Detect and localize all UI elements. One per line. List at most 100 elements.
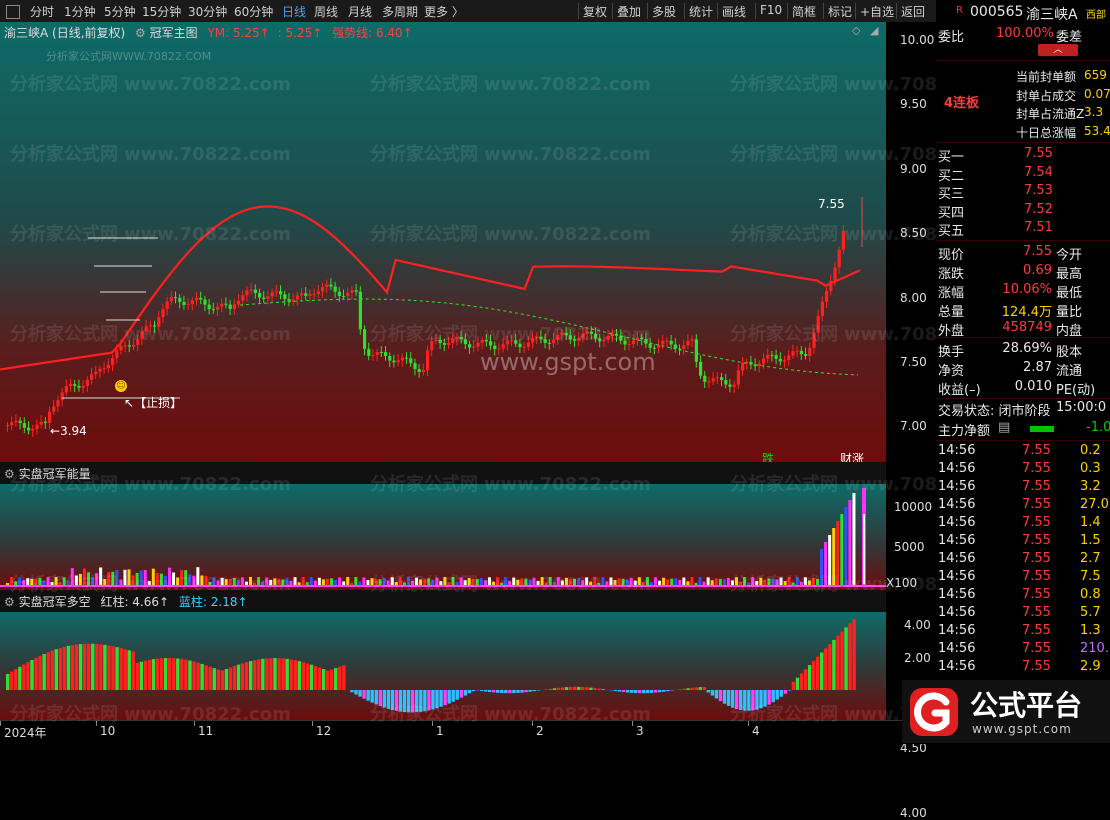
- long-bar: [561, 687, 564, 690]
- short-bar: [492, 690, 495, 692]
- buy-row[interactable]: 买一7.55: [936, 146, 1110, 164]
- seal-label: 封单占流通Z: [1016, 105, 1084, 122]
- buy-row[interactable]: 买五7.51: [936, 220, 1110, 238]
- candle-body: [35, 425, 38, 429]
- toolbar-button-4[interactable]: 画线: [722, 3, 746, 20]
- main-flow-bar: [1030, 426, 1054, 432]
- candle-body: [707, 382, 710, 383]
- candle-body: [695, 339, 698, 361]
- short-bar: [524, 690, 527, 692]
- long-bar: [38, 656, 41, 690]
- long-bar: [10, 672, 13, 690]
- candle-body: [73, 384, 76, 386]
- stat-value: 0.010: [1015, 379, 1052, 394]
- menu-icon[interactable]: [6, 5, 20, 19]
- candle-body: [94, 372, 97, 374]
- volume-bar: [707, 577, 710, 586]
- long-bar: [6, 674, 9, 690]
- candle-body: [397, 360, 400, 362]
- candle-body: [182, 302, 185, 305]
- seal-value: 0.07: [1084, 87, 1110, 101]
- chevron-up-icon[interactable]: ︿: [1038, 44, 1078, 56]
- candle-body: [279, 291, 282, 294]
- blue-bar-value: 蓝柱: 2.18↑: [179, 595, 248, 609]
- tick-price: 7.55: [1022, 623, 1051, 638]
- indicator-name[interactable]: 冠军主图: [150, 26, 198, 40]
- tick-time: 14:56: [938, 515, 975, 530]
- buy-row[interactable]: 买四7.52: [936, 202, 1110, 220]
- list-icon[interactable]: ▤: [998, 420, 1010, 435]
- period-tab-9[interactable]: 多周期: [382, 3, 418, 20]
- long-bar: [330, 670, 333, 690]
- buy-row[interactable]: 买二7.54: [936, 165, 1110, 183]
- toolbar-button-3[interactable]: 统计: [689, 3, 713, 20]
- period-tab-2[interactable]: 5分钟: [104, 3, 136, 20]
- long-bar: [261, 659, 264, 690]
- candle-body: [317, 291, 320, 294]
- long-bar: [589, 688, 592, 690]
- short-bar: [500, 690, 503, 693]
- toolbar-button-7[interactable]: 标记: [828, 3, 852, 20]
- long-bar: [225, 669, 228, 690]
- long-bar: [703, 687, 706, 690]
- tick-row: 14:567.5527.0: [936, 497, 1110, 515]
- quote-panel: R 000565 渝三峡A 西部 委比 100.00% 委差 ︿ 4连板 当前封…: [936, 0, 1110, 743]
- watermark: 分析家公式网www.70822.com: [370, 140, 651, 166]
- long-bar: [83, 644, 86, 690]
- candle-body: [737, 371, 740, 385]
- toolbar-button-9[interactable]: 返回: [901, 3, 925, 20]
- period-tab-4[interactable]: 30分钟: [188, 3, 227, 20]
- collapse-icon[interactable]: ◢: [870, 24, 878, 37]
- toolbar-separator: [855, 3, 856, 19]
- period-tab-6[interactable]: 日线: [282, 3, 306, 20]
- seal-label: 当前封单额: [1016, 68, 1076, 85]
- period-tab-5[interactable]: 60分钟: [234, 3, 273, 20]
- stat-value: 2.87: [1023, 360, 1052, 375]
- long-bar: [832, 640, 835, 690]
- long-bar: [75, 644, 78, 690]
- stat-row: 收益(–)0.010PE(动): [936, 379, 1110, 397]
- candle-body: [98, 369, 101, 372]
- date-tick: 4: [752, 724, 760, 738]
- toolbar-button-8[interactable]: +自选: [860, 3, 894, 20]
- period-tab-1[interactable]: 1分钟: [64, 3, 96, 20]
- toolbar-button-2[interactable]: 多股: [652, 3, 676, 20]
- candle-body: [321, 287, 324, 291]
- candle-body: [6, 425, 9, 426]
- toolbar-separator: [755, 3, 756, 19]
- period-tab-7[interactable]: 周线: [314, 3, 338, 20]
- candle-body: [384, 352, 387, 356]
- toolbar-separator: [717, 3, 718, 19]
- long-bar: [176, 659, 179, 690]
- candle-body: [23, 423, 26, 428]
- gear-icon[interactable]: ⚙: [4, 595, 15, 609]
- short-bar: [468, 690, 471, 693]
- gear-icon[interactable]: ⚙: [135, 26, 146, 40]
- watermark-site: 分析家公式网: [730, 144, 838, 165]
- toolbar-button-6[interactable]: 简框: [792, 3, 816, 20]
- period-tab-8[interactable]: 月线: [348, 3, 372, 20]
- period-tab-10[interactable]: 更多 〉: [424, 3, 464, 20]
- short-bar: [662, 690, 665, 692]
- toolbar-button-5[interactable]: F10: [760, 3, 782, 17]
- long-bar: [573, 687, 576, 690]
- seal-value: 3.3: [1084, 105, 1103, 119]
- candle-body: [56, 400, 59, 406]
- buy-row[interactable]: 买三7.53: [936, 183, 1110, 201]
- candle-body: [174, 297, 177, 298]
- candle-body: [376, 352, 379, 355]
- period-tab-3[interactable]: 15分钟: [142, 3, 181, 20]
- candle-body: [208, 305, 211, 309]
- max-price-marker: 7.55: [818, 197, 845, 211]
- long-bar: [553, 688, 556, 690]
- quote-label-2: 最低: [1056, 282, 1082, 301]
- long-bar: [168, 658, 171, 690]
- long-bar: [294, 660, 297, 690]
- toolbar-button-1[interactable]: 叠加: [617, 3, 641, 20]
- toolbar-button-0[interactable]: 复权: [583, 3, 607, 20]
- candle-body: [703, 376, 706, 382]
- period-tab-0[interactable]: 分时: [30, 3, 54, 20]
- weibi-row: 委比 100.00% 委差: [936, 26, 1110, 44]
- diamond-icon[interactable]: ◇: [852, 24, 860, 37]
- quote-value: 0.69: [1023, 263, 1052, 278]
